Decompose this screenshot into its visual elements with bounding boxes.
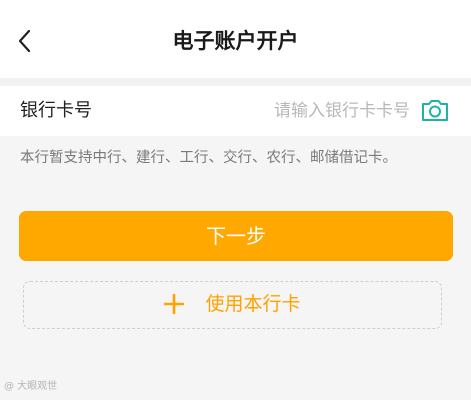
use-own-bank-card-button[interactable]: 使用本行卡 xyxy=(23,281,442,329)
next-step-button[interactable]: 下一步 xyxy=(19,211,453,261)
use-own-bank-card-label: 使用本行卡 xyxy=(205,292,301,315)
navigation-bar: 电子账户开户 xyxy=(0,0,471,78)
page-title: 电子账户开户 xyxy=(172,29,299,53)
card-number-label: 银行卡号 xyxy=(20,100,92,121)
plus-icon xyxy=(164,293,185,314)
card-number-row: 银行卡号 xyxy=(0,86,471,136)
camera-icon[interactable] xyxy=(420,97,450,123)
card-number-input[interactable] xyxy=(180,96,410,126)
watermark: @ 大眼观世 xyxy=(4,381,58,392)
section-divider xyxy=(0,78,471,86)
supported-banks-notice: 本行暂支持中行、建行、工行、交行、农行、邮储借记卡。 xyxy=(20,150,397,166)
